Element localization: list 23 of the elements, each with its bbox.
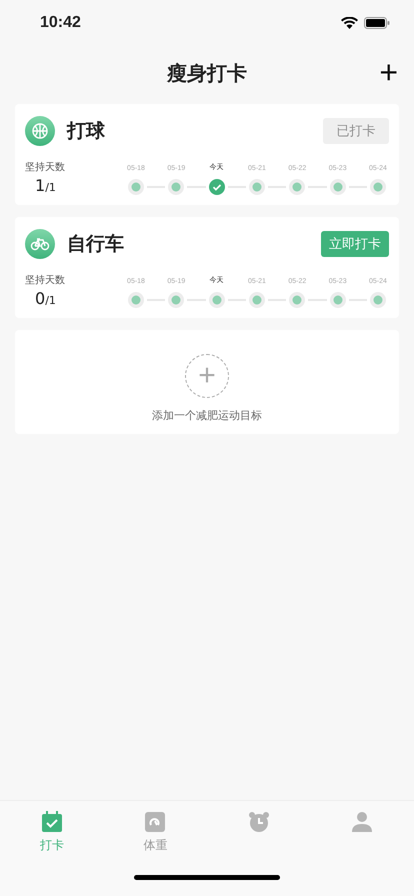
check-in-button[interactable]: 立即打卡 — [321, 231, 389, 257]
streak-count: 0/1 — [35, 289, 56, 308]
check-in-button[interactable]: 已打卡 — [323, 118, 389, 144]
wifi-icon — [341, 17, 358, 29]
status-time: 10:42 — [40, 14, 81, 32]
goal-name: 打球 — [67, 119, 106, 144]
streak-label: 坚持天数 — [25, 274, 65, 287]
ball-icon — [25, 116, 55, 146]
calendar-check-icon — [40, 811, 63, 833]
checkin-tab[interactable]: 打卡 — [0, 801, 104, 859]
add-goal-label: 添加一个减肥运动目标 — [152, 408, 262, 422]
streak-label: 坚持天数 — [25, 160, 65, 174]
person-icon — [351, 811, 374, 833]
weight-tab[interactable]: 体重 — [104, 801, 207, 859]
bicycle-icon — [25, 229, 55, 259]
add-goal-button[interactable]: + — [185, 354, 229, 398]
alarm-clock-icon — [248, 811, 270, 833]
battery-icon — [364, 17, 390, 29]
page-title: 瘦身打卡 — [167, 60, 247, 86]
goal-name: 自行车 — [67, 232, 125, 257]
streak-count: 1/1 — [35, 176, 56, 195]
add-button[interactable]: + — [375, 54, 402, 90]
scale-icon — [144, 811, 166, 833]
